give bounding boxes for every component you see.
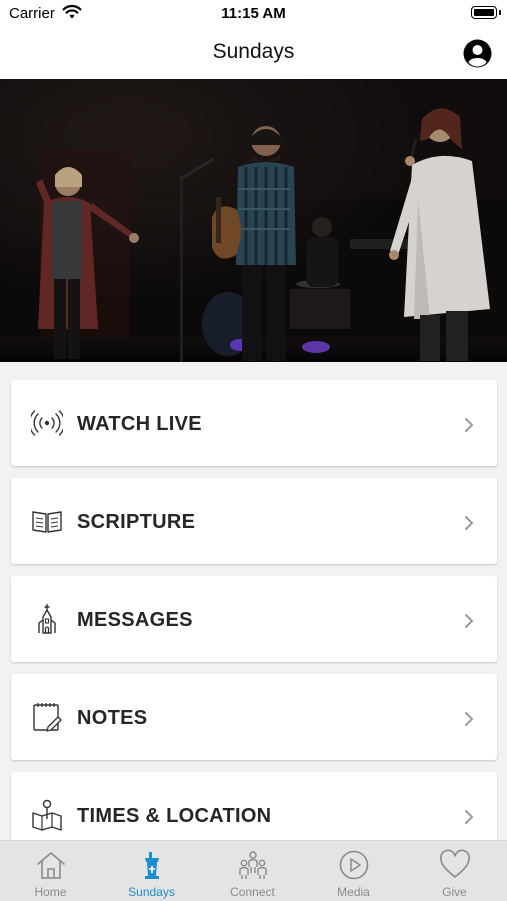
tab-sundays[interactable]: Sundays: [101, 841, 202, 901]
tab-media[interactable]: Media: [303, 841, 404, 901]
home-icon: [37, 852, 65, 879]
chevron-right-icon: [465, 418, 474, 432]
people-icon: [239, 851, 267, 879]
tab-label: Home: [34, 885, 67, 899]
page-title: Sundays: [212, 40, 295, 63]
chevron-right-icon: [465, 516, 474, 530]
book-icon: [32, 511, 62, 533]
play-icon: [339, 850, 369, 880]
menu-item-label: MESSAGES: [77, 609, 193, 631]
menu-item-label: NOTES: [77, 707, 148, 729]
battery-icon: [471, 6, 501, 19]
menu-item-label: WATCH LIVE: [77, 413, 202, 435]
church-icon: [38, 604, 56, 634]
tab-label: Media: [337, 885, 370, 899]
menu-item-label: SCRIPTURE: [77, 511, 196, 533]
menu-item-scripture[interactable]: SCRIPTURE: [11, 478, 497, 564]
tab-label: Connect: [230, 885, 275, 899]
profile-icon[interactable]: [463, 39, 492, 68]
chevron-right-icon: [465, 810, 474, 824]
tab-label: Give: [442, 885, 467, 899]
notepad-icon: [33, 703, 62, 732]
menu-item-notes[interactable]: NOTES: [11, 674, 497, 760]
menu-item-watch-live[interactable]: WATCH LIVE: [11, 380, 497, 466]
chevron-right-icon: [465, 712, 474, 726]
tab-connect[interactable]: Connect: [202, 841, 303, 901]
menu-item-label: TIMES & LOCATION: [77, 805, 272, 827]
tab-home[interactable]: Home: [0, 841, 101, 901]
hero-image: [0, 79, 507, 362]
heart-icon: [440, 849, 470, 878]
worship-stage-photo: [0, 79, 507, 362]
chevron-right-icon: [465, 614, 474, 628]
podium-icon: [145, 852, 159, 879]
tab-label: Sundays: [128, 885, 175, 899]
broadcast-icon: [31, 410, 63, 436]
tab-give[interactable]: Give: [404, 841, 505, 901]
tab-bar: Home Sundays Connect Media Give: [0, 840, 507, 901]
nav-bar: Sundays: [0, 28, 507, 79]
menu-item-messages[interactable]: MESSAGES: [11, 576, 497, 662]
status-bar: Carrier 11:15 AM: [0, 0, 507, 28]
status-time: 11:15 AM: [221, 5, 286, 22]
map-pin-icon: [32, 799, 62, 831]
